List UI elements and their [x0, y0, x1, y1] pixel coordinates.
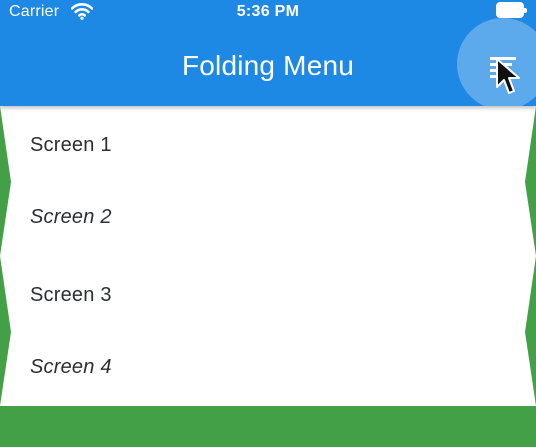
page-title: Folding Menu [181, 50, 355, 81]
mouse-cursor-icon [496, 58, 520, 94]
status-time: 5:36 PM [236, 3, 300, 20]
status-bar: Carrier 5:36 PM [0, 0, 536, 26]
green-backdrop [0, 406, 536, 447]
menu-item-screen-1[interactable]: Screen 1 [30, 134, 112, 157]
menu-item-screen-3[interactable]: Screen 3 [30, 284, 112, 307]
menu-item-screen-2[interactable]: Screen 2 [30, 206, 112, 229]
menu-item-screen-4[interactable]: Screen 4 [30, 356, 112, 379]
folding-menu: Screen 1 Screen 2 Screen 3 Screen 4 [0, 106, 536, 406]
battery-icon [496, 2, 527, 18]
app-bar: Carrier 5:36 PM Folding Menu [0, 0, 536, 106]
